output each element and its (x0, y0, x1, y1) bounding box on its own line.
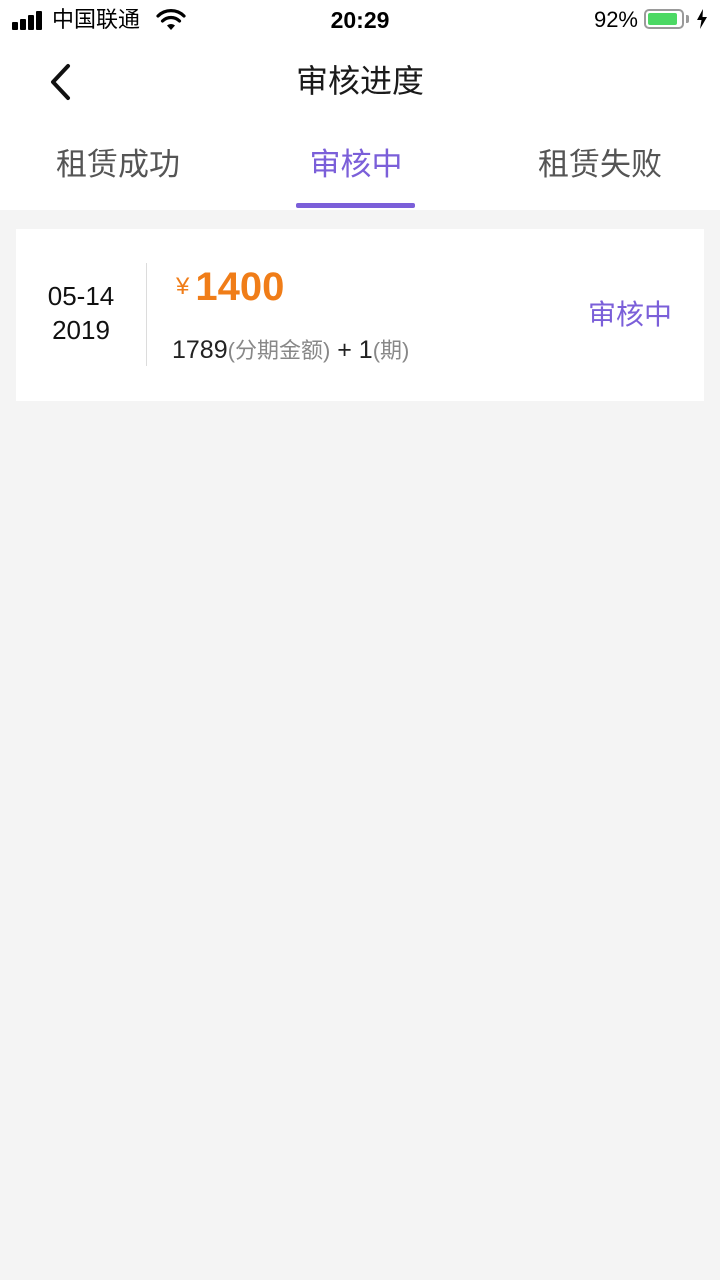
currency-symbol: ¥ (176, 273, 190, 300)
battery-level (648, 13, 677, 25)
tab-label: 审核中 (309, 147, 403, 182)
installment-periods: 1 (358, 336, 373, 364)
record-status: 审核中 (587, 299, 672, 330)
record-date-year: 2019 (52, 315, 110, 345)
review-record-card[interactable]: 05-14 2019 ¥1400 1789(分期金额) + 1(期) 审核中 (16, 229, 704, 401)
battery-percent: 92% (593, 7, 638, 32)
record-date-month-day: 05-14 (47, 281, 115, 311)
installment-amount: 1789 (172, 336, 228, 364)
status-bar: 中国联通 20:29 92% (0, 0, 720, 40)
tab-label: 租赁成功 (56, 147, 180, 182)
record-date: 05-14 2019 (16, 279, 146, 347)
plus-sign: + (330, 336, 359, 364)
card-divider (146, 263, 147, 366)
page-title: 审核进度 (295, 63, 424, 99)
installment-periods-label: (期) (372, 338, 410, 363)
installment-amount-label: (分期金额) (227, 338, 331, 363)
tab-lease-success[interactable]: 租赁成功 (0, 140, 236, 210)
installment-plan: 1789(分期金额) + 1(期) (172, 333, 409, 368)
amount-value: 1400 (195, 265, 285, 309)
tab-label: 租赁失败 (538, 147, 662, 182)
tab-lease-failed[interactable]: 租赁失败 (476, 140, 720, 210)
battery-nub (686, 15, 689, 23)
active-tab-indicator (296, 203, 415, 208)
tab-under-review[interactable]: 审核中 (236, 140, 476, 210)
charging-bolt-icon (697, 9, 707, 29)
record-amount: ¥1400 (176, 263, 284, 311)
status-tabs: 租赁成功 审核中 租赁失败 (0, 140, 720, 210)
battery-icon (644, 9, 684, 29)
header-area: 中国联通 20:29 92% 审核进度 租赁成功 审核中 租赁失败 (0, 0, 720, 210)
